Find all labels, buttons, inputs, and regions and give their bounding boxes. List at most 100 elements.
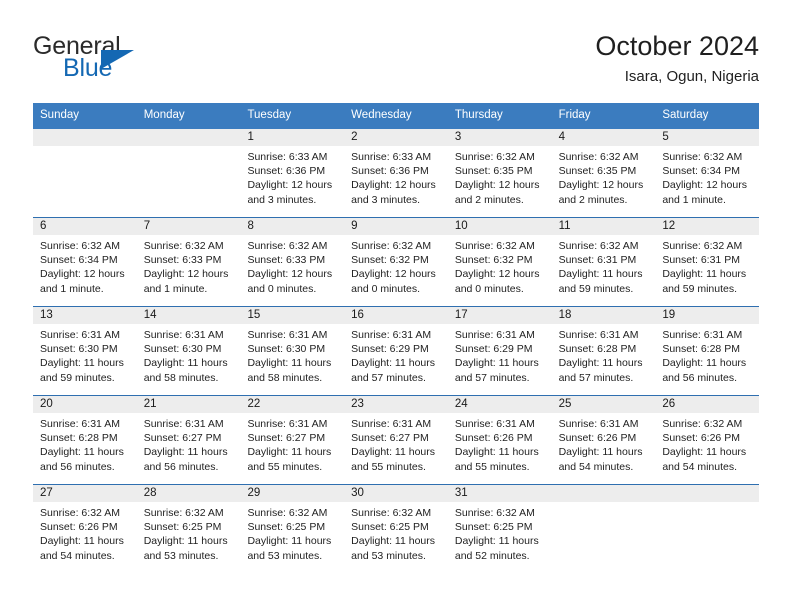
day-number: 26 (655, 395, 760, 413)
sunrise-text: Sunrise: 6:32 AM (662, 417, 743, 430)
daylight-text-line2: and 54 minutes. (558, 460, 634, 473)
day-number: 12 (655, 217, 760, 235)
day-number: 10 (447, 217, 552, 235)
daylight-text-line2: and 57 minutes. (454, 371, 530, 384)
daylight-text-line2: and 54 minutes. (40, 549, 115, 562)
daylight-text-line2: and 3 minutes. (247, 193, 317, 206)
day-details: Sunrise: 6:31 AM Sunset: 6:30 PM Dayligh… (137, 324, 241, 385)
day-details: Sunrise: 6:31 AM Sunset: 6:30 PM Dayligh… (240, 324, 344, 385)
day-number: 16 (344, 306, 448, 324)
day-number: 14 (136, 306, 241, 324)
day-number (33, 128, 137, 146)
day-cell[interactable]: 16 Sunrise: 6:31 AM Sunset: 6:29 PM Dayl… (344, 306, 448, 395)
day-cell[interactable]: 8 Sunrise: 6:32 AM Sunset: 6:33 PM Dayli… (240, 217, 345, 306)
weekday-header-saturday: Saturday (662, 109, 709, 121)
day-cell[interactable]: 23 Sunrise: 6:31 AM Sunset: 6:27 PM Dayl… (344, 395, 448, 484)
day-details: Sunrise: 6:32 AM Sunset: 6:35 PM Dayligh… (448, 146, 552, 207)
sunset-text: Sunset: 6:30 PM (143, 343, 222, 356)
day-number: 5 (655, 128, 760, 146)
day-cell[interactable]: 1 Sunrise: 6:33 AM Sunset: 6:36 PM Dayli… (240, 128, 345, 217)
sunset-text: Sunset: 6:26 PM (454, 432, 533, 445)
sunset-text: Sunset: 6:35 PM (454, 165, 533, 178)
daylight-text-line1: Daylight: 11 hours (351, 446, 436, 459)
sunset-text: Sunset: 6:27 PM (143, 432, 222, 445)
day-cell[interactable]: 26 Sunrise: 6:32 AM Sunset: 6:26 PM Dayl… (655, 395, 760, 484)
daylight-text-line2: and 2 minutes. (454, 193, 524, 206)
day-cell[interactable]: 12 Sunrise: 6:32 AM Sunset: 6:31 PM Dayl… (655, 217, 760, 306)
week-row: 13 Sunrise: 6:31 AM Sunset: 6:30 PM Dayl… (33, 305, 760, 395)
daylight-text-line2: and 3 minutes. (351, 193, 421, 206)
day-number: 29 (240, 484, 345, 502)
day-cell[interactable]: 18 Sunrise: 6:31 AM Sunset: 6:28 PM Dayl… (551, 306, 656, 395)
day-details: Sunrise: 6:31 AM Sunset: 6:26 PM Dayligh… (552, 413, 656, 474)
day-details: Sunrise: 6:31 AM Sunset: 6:28 PM Dayligh… (33, 413, 137, 474)
day-cell[interactable]: 27 Sunrise: 6:32 AM Sunset: 6:26 PM Dayl… (33, 484, 137, 573)
weekday-header-row: Sunday Monday Tuesday Wednesday Thursday… (33, 103, 759, 129)
day-number: 1 (240, 128, 345, 146)
day-details: Sunrise: 6:32 AM Sunset: 6:25 PM Dayligh… (344, 502, 448, 563)
day-cell[interactable]: 19 Sunrise: 6:31 AM Sunset: 6:28 PM Dayl… (655, 306, 760, 395)
daylight-text-line1: Daylight: 11 hours (40, 535, 124, 548)
day-number: 19 (655, 306, 760, 324)
calendar-page: General Blue October 2024 Isara, Ogun, N… (0, 0, 792, 612)
weekday-header-tuesday: Tuesday (247, 109, 292, 121)
day-cell[interactable]: 17 Sunrise: 6:31 AM Sunset: 6:29 PM Dayl… (447, 306, 552, 395)
sunrise-text: Sunrise: 6:31 AM (40, 328, 120, 341)
day-details: Sunrise: 6:31 AM Sunset: 6:29 PM Dayligh… (344, 324, 448, 385)
daylight-text-line1: Daylight: 11 hours (143, 535, 228, 548)
sunset-text: Sunset: 6:32 PM (454, 254, 533, 267)
daylight-text-line1: Daylight: 12 hours (558, 179, 644, 192)
sunrise-text: Sunrise: 6:31 AM (351, 417, 432, 430)
day-cell[interactable]: 13 Sunrise: 6:31 AM Sunset: 6:30 PM Dayl… (33, 306, 137, 395)
day-number: 7 (136, 217, 241, 235)
sunrise-text: Sunrise: 6:32 AM (351, 506, 432, 519)
daylight-text-line1: Daylight: 12 hours (247, 268, 333, 281)
day-details: Sunrise: 6:32 AM Sunset: 6:26 PM Dayligh… (33, 502, 137, 563)
sunset-text: Sunset: 6:35 PM (558, 165, 637, 178)
day-cell[interactable]: 9 Sunrise: 6:32 AM Sunset: 6:32 PM Dayli… (344, 217, 448, 306)
day-cell[interactable]: 3 Sunrise: 6:32 AM Sunset: 6:35 PM Dayli… (447, 128, 552, 217)
day-cell[interactable]: 24 Sunrise: 6:31 AM Sunset: 6:26 PM Dayl… (447, 395, 552, 484)
day-cell[interactable]: 21 Sunrise: 6:31 AM Sunset: 6:27 PM Dayl… (136, 395, 241, 484)
day-details: Sunrise: 6:32 AM Sunset: 6:31 PM Dayligh… (552, 235, 656, 296)
daylight-text-line1: Daylight: 11 hours (143, 357, 228, 370)
day-cell[interactable]: 28 Sunrise: 6:32 AM Sunset: 6:25 PM Dayl… (136, 484, 241, 573)
daylight-text-line2: and 0 minutes. (351, 282, 421, 295)
sunrise-text: Sunrise: 6:31 AM (247, 417, 328, 430)
day-cell[interactable]: 29 Sunrise: 6:32 AM Sunset: 6:25 PM Dayl… (240, 484, 345, 573)
daylight-text-line1: Daylight: 11 hours (40, 446, 124, 459)
day-cell (33, 128, 137, 217)
day-cell[interactable]: 30 Sunrise: 6:32 AM Sunset: 6:25 PM Dayl… (344, 484, 448, 573)
day-number: 31 (447, 484, 552, 502)
week-row: 6 Sunrise: 6:32 AM Sunset: 6:34 PM Dayli… (33, 216, 760, 306)
day-cell[interactable]: 22 Sunrise: 6:31 AM Sunset: 6:27 PM Dayl… (240, 395, 345, 484)
day-cell[interactable]: 11 Sunrise: 6:32 AM Sunset: 6:31 PM Dayl… (551, 217, 656, 306)
day-number: 27 (33, 484, 137, 502)
sunset-text: Sunset: 6:27 PM (247, 432, 326, 445)
day-cell[interactable]: 15 Sunrise: 6:31 AM Sunset: 6:30 PM Dayl… (240, 306, 345, 395)
daylight-text-line1: Daylight: 12 hours (40, 268, 125, 281)
day-cell[interactable]: 31 Sunrise: 6:32 AM Sunset: 6:25 PM Dayl… (447, 484, 552, 573)
day-cell[interactable]: 14 Sunrise: 6:31 AM Sunset: 6:30 PM Dayl… (136, 306, 241, 395)
daylight-text-line1: Daylight: 11 hours (558, 357, 643, 370)
day-cell[interactable]: 6 Sunrise: 6:32 AM Sunset: 6:34 PM Dayli… (33, 217, 137, 306)
day-cell[interactable]: 7 Sunrise: 6:32 AM Sunset: 6:33 PM Dayli… (136, 217, 241, 306)
day-number: 17 (447, 306, 552, 324)
day-cell[interactable]: 2 Sunrise: 6:33 AM Sunset: 6:36 PM Dayli… (344, 128, 448, 217)
day-cell[interactable]: 10 Sunrise: 6:32 AM Sunset: 6:32 PM Dayl… (447, 217, 552, 306)
day-details: Sunrise: 6:31 AM Sunset: 6:27 PM Dayligh… (240, 413, 344, 474)
day-cell[interactable]: 5 Sunrise: 6:32 AM Sunset: 6:34 PM Dayli… (655, 128, 760, 217)
calendar-grid: Sunday Monday Tuesday Wednesday Thursday… (33, 103, 760, 573)
daylight-text-line2: and 55 minutes. (454, 460, 530, 473)
daylight-text-line1: Daylight: 12 hours (247, 179, 333, 192)
day-details: Sunrise: 6:32 AM Sunset: 6:32 PM Dayligh… (448, 235, 552, 296)
day-details: Sunrise: 6:32 AM Sunset: 6:34 PM Dayligh… (33, 235, 137, 296)
general-blue-logo[interactable]: General Blue (33, 34, 253, 90)
day-cell[interactable]: 4 Sunrise: 6:32 AM Sunset: 6:35 PM Dayli… (551, 128, 656, 217)
daylight-text-line1: Daylight: 11 hours (40, 357, 124, 370)
day-cell[interactable]: 20 Sunrise: 6:31 AM Sunset: 6:28 PM Dayl… (33, 395, 137, 484)
week-row: 1 Sunrise: 6:33 AM Sunset: 6:36 PM Dayli… (33, 128, 760, 217)
daylight-text-line1: Daylight: 11 hours (351, 357, 436, 370)
page-header: General Blue October 2024 Isara, Ogun, N… (33, 30, 759, 92)
day-cell[interactable]: 25 Sunrise: 6:31 AM Sunset: 6:26 PM Dayl… (551, 395, 656, 484)
